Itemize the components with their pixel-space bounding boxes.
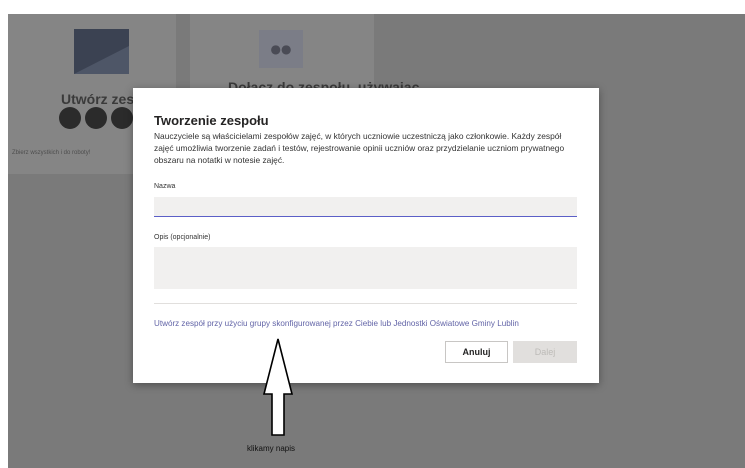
annotation-arrow-icon bbox=[262, 338, 294, 436]
create-team-dialog: Tworzenie zespołu Nauczyciele są właścic… bbox=[133, 88, 599, 383]
description-label: Opis (opcjonalnie) bbox=[154, 234, 211, 241]
avatar bbox=[59, 107, 81, 129]
team-description-input[interactable] bbox=[154, 247, 577, 289]
name-label: Nazwa bbox=[154, 183, 176, 190]
dialog-title: Tworzenie zespołu bbox=[154, 113, 269, 128]
avatar bbox=[85, 107, 107, 129]
avatar bbox=[111, 107, 133, 129]
create-from-group-link[interactable]: Utwórz zespół przy użyciu grupy skonfigu… bbox=[154, 319, 519, 328]
avatar-group bbox=[59, 107, 133, 129]
cancel-button[interactable]: Anuluj bbox=[445, 341, 508, 363]
team-image bbox=[74, 29, 129, 74]
dialog-description: Nauczyciele są właścicielami zespołów za… bbox=[154, 131, 565, 165]
next-button[interactable]: Dalej bbox=[513, 341, 577, 363]
annotation-caption: klikamy napis bbox=[247, 444, 296, 453]
people-icon: ●● bbox=[259, 30, 303, 68]
divider bbox=[154, 303, 577, 304]
team-name-input[interactable] bbox=[154, 197, 577, 217]
